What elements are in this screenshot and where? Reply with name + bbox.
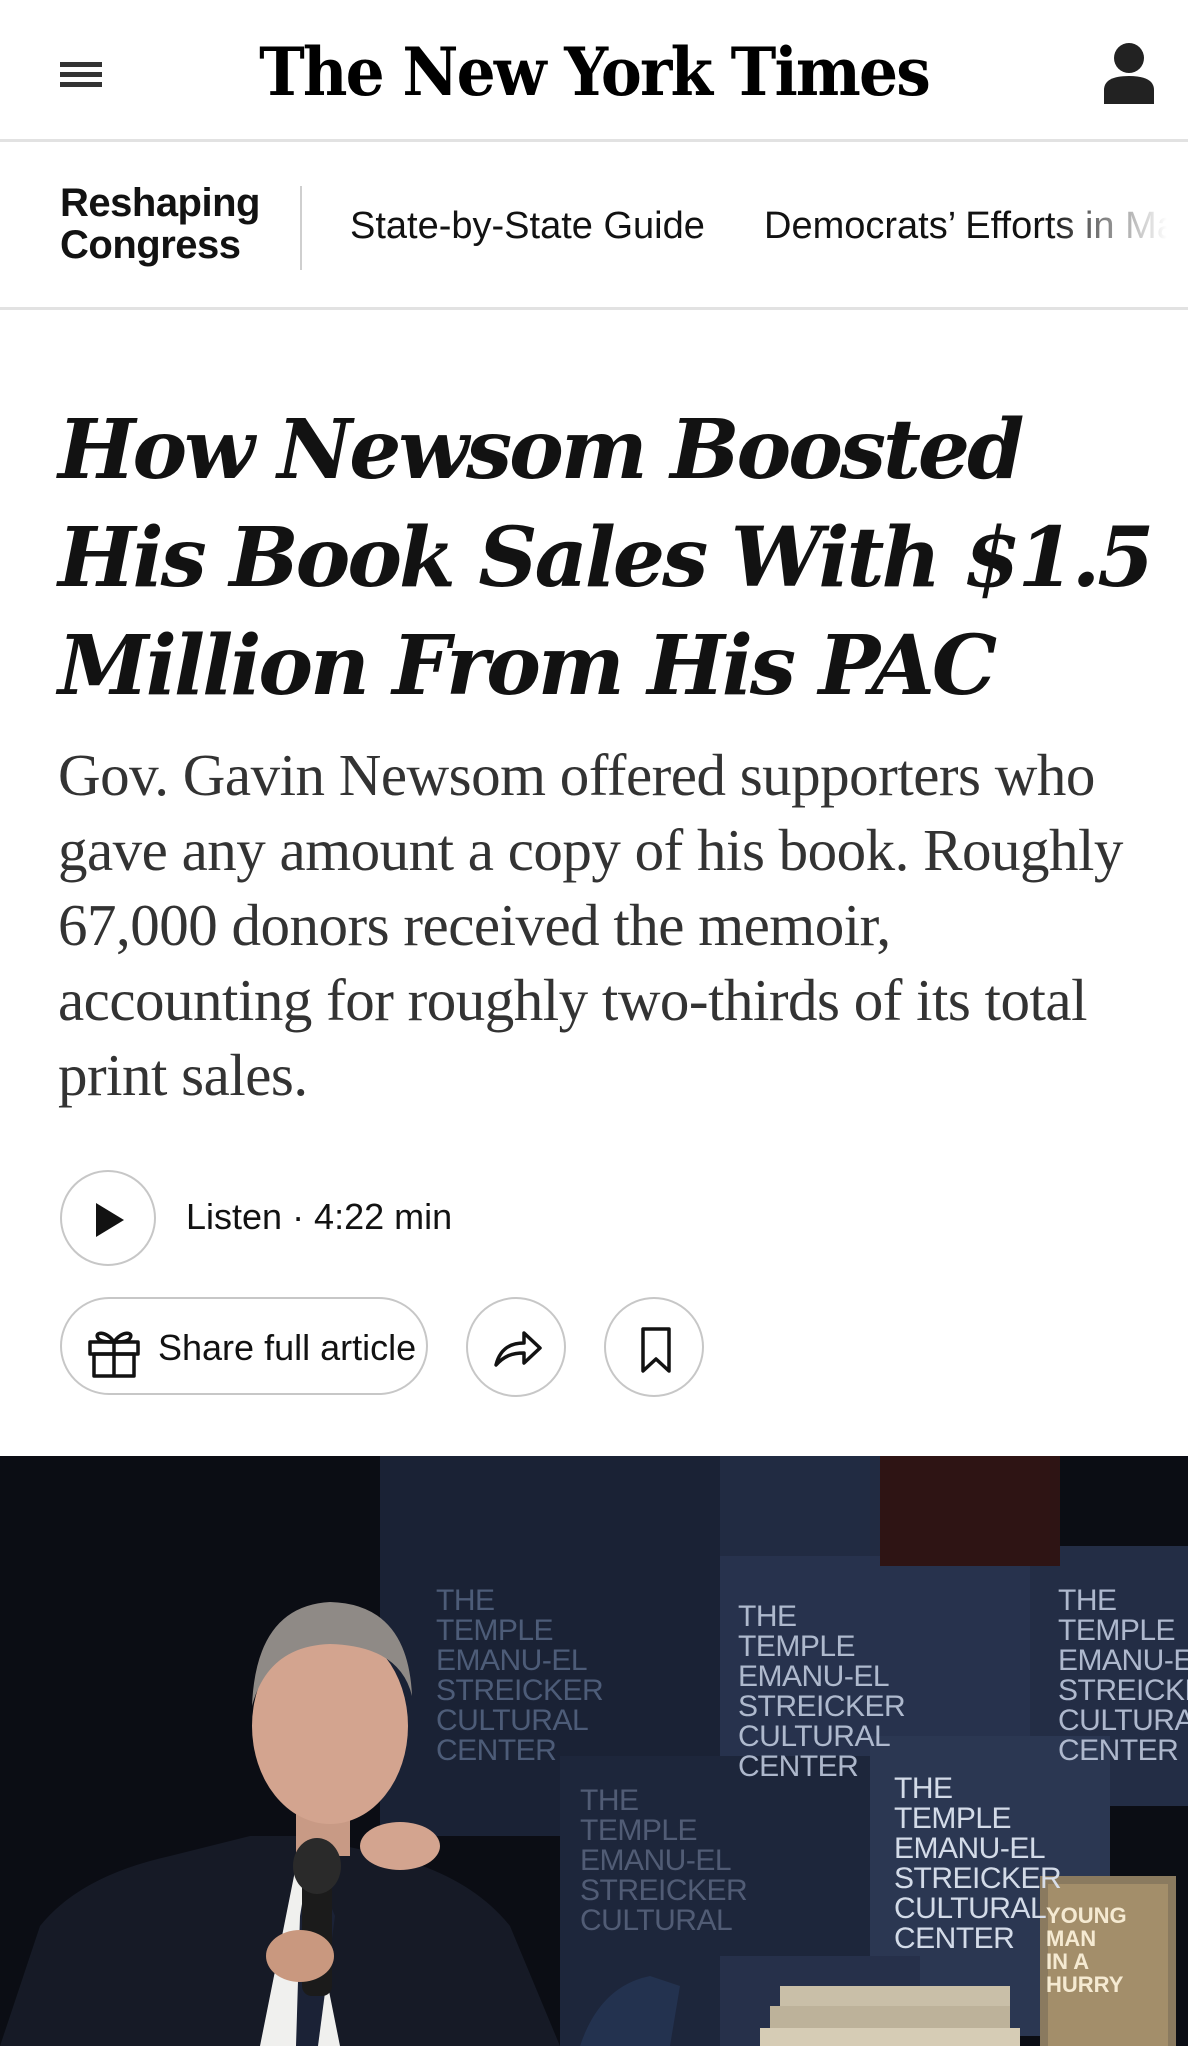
section-divider	[300, 186, 302, 270]
masthead: The New York Times	[0, 0, 1188, 142]
section-title-line2: Congress	[60, 223, 241, 267]
hamburger-menu-icon[interactable]	[58, 58, 104, 88]
lead-image[interactable]: THE TEMPLE EMANU-EL STREICKER CULTURAL C…	[0, 1456, 1188, 2046]
gift-icon	[88, 1331, 140, 1378]
listen-duration[interactable]: Listen · 4:22 min	[186, 1196, 452, 1238]
article-headline: How Newsom Boosted His Book Sales With $…	[58, 402, 1154, 714]
user-account-icon[interactable]	[1098, 38, 1160, 104]
backdrop-sign-5: THE TEMPLE EMANU-EL STREICKER CULTURAL	[580, 1784, 748, 1937]
save-bookmark-button[interactable]	[604, 1297, 704, 1397]
section-title[interactable]: Reshaping Congress	[60, 182, 290, 266]
share-button[interactable]	[466, 1297, 566, 1397]
share-full-article-label: Share full article	[158, 1327, 417, 1368]
share-full-article-button[interactable]: Share full article	[60, 1297, 428, 1395]
section-nav: Reshaping Congress State-by-State Guide …	[0, 142, 1188, 310]
backdrop-sign-2: THE TEMPLE EMANU-EL STREICKER CULTURAL C…	[738, 1600, 906, 1783]
nav-link-state-by-state-guide[interactable]: State-by-State Guide	[350, 204, 705, 248]
backdrop-sign-3: THE TEMPLE EMANU-E STREICKE CULTURA CENT…	[1058, 1584, 1188, 1767]
article-summary: Gov. Gavin Newsom offered supporters who…	[58, 742, 1123, 1108]
bookmark-icon	[641, 1327, 671, 1373]
nyt-logo[interactable]: The New York Times	[228, 24, 961, 120]
play-icon	[96, 1203, 124, 1237]
book-cover-title: YOUNG MAN IN A HURRY	[1046, 1903, 1127, 1997]
backdrop-sign-1: THE TEMPLE EMANU-EL STREICKER CULTURAL C…	[436, 1584, 604, 1767]
share-arrow-icon	[494, 1331, 542, 1367]
nav-link-democrats-efforts[interactable]: Democrats’ Efforts in Mar	[764, 204, 1188, 248]
section-title-line1: Reshaping	[60, 181, 260, 225]
listen-play-button[interactable]	[60, 1170, 156, 1266]
backdrop-sign-4: THE TEMPLE EMANU-EL STREICKER CULTURAL C…	[894, 1772, 1062, 1955]
